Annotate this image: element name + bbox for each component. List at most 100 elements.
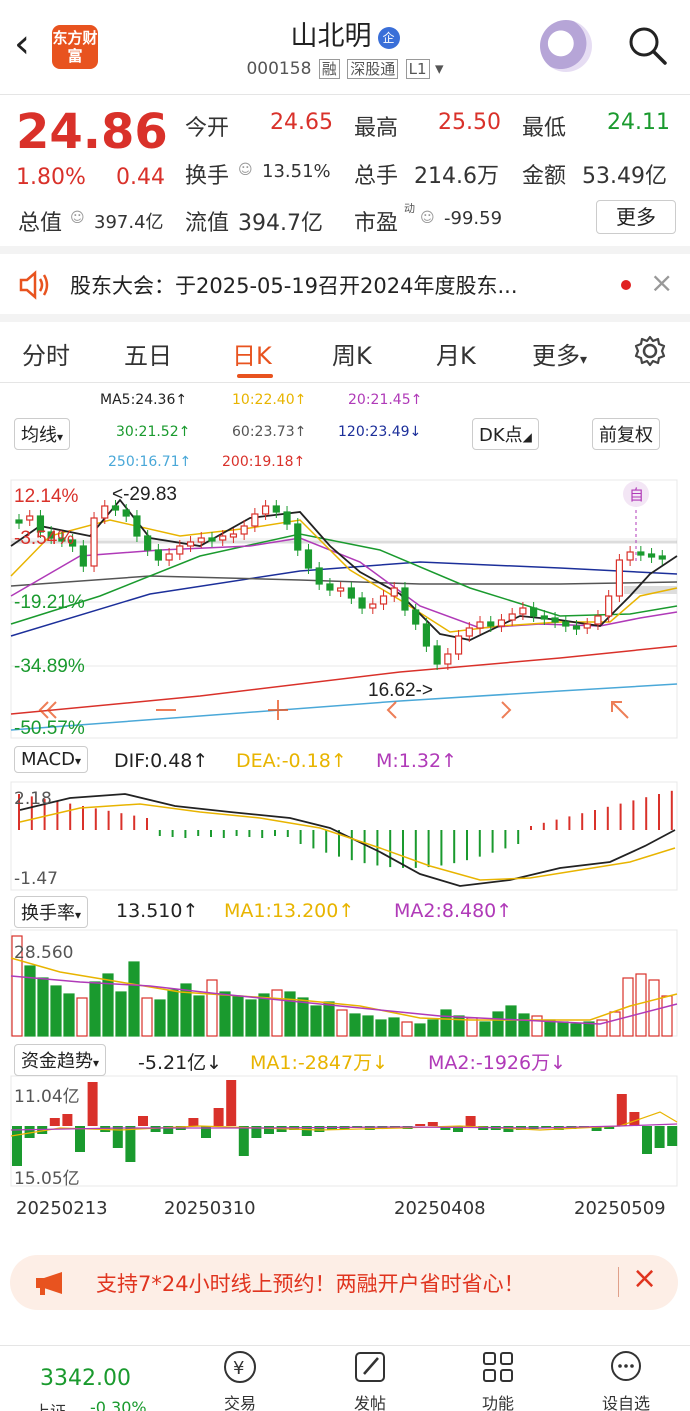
fund-bar xyxy=(75,1126,85,1152)
candle-body xyxy=(261,505,270,515)
turnover-bar xyxy=(219,991,231,1037)
fund-bar xyxy=(314,1126,325,1132)
stock-code: 000158 xyxy=(246,59,312,79)
divider xyxy=(0,94,690,95)
turnover-bar xyxy=(297,997,309,1037)
turnover-bar xyxy=(24,965,36,1037)
assistant-avatar[interactable] xyxy=(540,20,592,72)
zoom-in-icon[interactable] xyxy=(268,700,288,720)
ma200-label: 200:19.18↑ xyxy=(222,454,306,470)
candle-body xyxy=(583,623,591,629)
turnover-top: 28.560 xyxy=(14,943,73,963)
turnover-bar xyxy=(141,997,153,1037)
add-watchlist-button[interactable]: 设自选 xyxy=(586,1348,666,1411)
pct-label: -3.54% xyxy=(14,528,74,549)
kline-grid xyxy=(10,479,678,1187)
macd-bar xyxy=(504,830,507,849)
next-icon[interactable] xyxy=(501,701,512,719)
info-icon[interactable]: ☺ xyxy=(238,162,253,178)
bottom-bar: 3342.00 上证 -0.30% ¥ 交易 发帖 功能 设自选 xyxy=(0,1345,690,1411)
macd-bar xyxy=(402,830,404,868)
expand-icon[interactable] xyxy=(611,701,629,719)
index-value[interactable]: 3342.00 xyxy=(40,1366,131,1391)
candle-body xyxy=(605,595,613,617)
back-icon[interactable]: ‹ xyxy=(14,22,30,66)
candle-body xyxy=(122,509,130,517)
more-button[interactable]: 更多 xyxy=(596,200,676,234)
candle-body xyxy=(294,523,302,551)
search-icon[interactable] xyxy=(626,24,668,66)
divider xyxy=(0,382,690,383)
tag-connect: 深股通 xyxy=(347,59,399,79)
macd-bar xyxy=(248,830,251,837)
candle-body xyxy=(422,623,431,647)
candle-body xyxy=(79,545,87,567)
turnover-bar xyxy=(76,997,88,1037)
info-icon[interactable]: ☺ xyxy=(420,210,435,226)
turnover-bar xyxy=(349,1013,361,1037)
tab-monthly-k[interactable]: 月K xyxy=(436,336,476,371)
candle-body xyxy=(551,617,559,623)
tab-intraday[interactable]: 分时 xyxy=(22,336,70,371)
promo-banner[interactable]: 支持7*24小时线上预约！两融开户省时省心！ × xyxy=(10,1255,678,1310)
fund-selector[interactable]: 资金趋势▾ xyxy=(14,1044,107,1076)
prev-icon[interactable] xyxy=(386,701,397,719)
tab-daily-k[interactable]: 日K xyxy=(232,336,272,371)
tab-more[interactable]: 更多▾ xyxy=(532,336,587,371)
candle-body xyxy=(219,535,227,541)
dea-line xyxy=(19,803,676,881)
tag-level[interactable]: L1 xyxy=(405,59,430,79)
turnover-bar xyxy=(323,1001,335,1037)
tab-weekly-k[interactable]: 周K xyxy=(332,336,372,371)
candle-body xyxy=(454,635,463,655)
m-value: M:1.32↑ xyxy=(376,750,458,772)
ma60-label: 60:23.73↑ xyxy=(232,424,307,440)
turnover-bar xyxy=(50,985,62,1037)
macd-selector[interactable]: MACD▾ xyxy=(14,746,88,773)
candle-body xyxy=(540,615,548,620)
info-icon[interactable]: ☺ xyxy=(70,210,85,226)
tab-5day[interactable]: 五日 xyxy=(124,336,172,371)
dk-point-button[interactable]: DK点◢ xyxy=(472,418,539,450)
adjust-button[interactable]: 前复权 xyxy=(592,418,660,450)
kline-chart-area[interactable]: 12.14% -3.54% -19.21% -34.89% -50.57% <-… xyxy=(0,476,690,1198)
candle-body xyxy=(186,541,195,547)
fund-bar xyxy=(642,1126,652,1154)
open-label: 今开 xyxy=(185,116,230,141)
candle-body xyxy=(358,597,366,609)
macd-bar xyxy=(581,813,584,830)
turnover-bar xyxy=(115,991,127,1037)
candle-body xyxy=(154,549,162,561)
float-label: 流值 xyxy=(185,211,230,236)
chevron-down-icon[interactable]: ▾ xyxy=(435,59,444,79)
macd-bar xyxy=(517,830,520,844)
turnover-bar xyxy=(245,999,257,1037)
functions-button[interactable]: 功能 xyxy=(458,1348,538,1411)
caret-icon: ◢ xyxy=(522,430,532,444)
post-button[interactable]: 发帖 xyxy=(330,1348,410,1411)
close-icon[interactable]: × xyxy=(650,266,673,299)
grid-icon xyxy=(483,1352,513,1382)
turnover-selector[interactable]: 换手率▾ xyxy=(14,896,89,928)
candle-body xyxy=(658,555,666,560)
turnover-ma2-value: MA2:8.480↑ xyxy=(394,900,513,922)
turnover-bar xyxy=(557,1021,569,1037)
ma60-line xyxy=(10,575,678,587)
fund-bar xyxy=(415,1124,426,1126)
divider xyxy=(0,314,690,322)
ma-selector[interactable]: 均线▾ xyxy=(14,418,71,450)
fund-bar xyxy=(188,1118,199,1126)
pct-label: -19.21% xyxy=(14,592,85,613)
close-icon[interactable]: × xyxy=(632,1261,657,1296)
trade-icon: ¥ xyxy=(224,1351,256,1383)
notice-bar[interactable]: 股东大会：于2025-05-19召开2024年度股东... × xyxy=(0,256,690,314)
dif-value: DIF:0.48↑ xyxy=(114,750,209,772)
trade-button[interactable]: ¥ 交易 xyxy=(200,1348,280,1411)
tab-more-label: 更多 xyxy=(532,342,580,370)
last-price: 24.86 xyxy=(16,104,168,160)
candle-body xyxy=(208,537,216,542)
post-label: 发帖 xyxy=(353,1394,386,1411)
turnover-bar xyxy=(375,1019,387,1037)
settings-gear-icon[interactable] xyxy=(633,334,667,368)
fund-bar xyxy=(465,1116,476,1126)
